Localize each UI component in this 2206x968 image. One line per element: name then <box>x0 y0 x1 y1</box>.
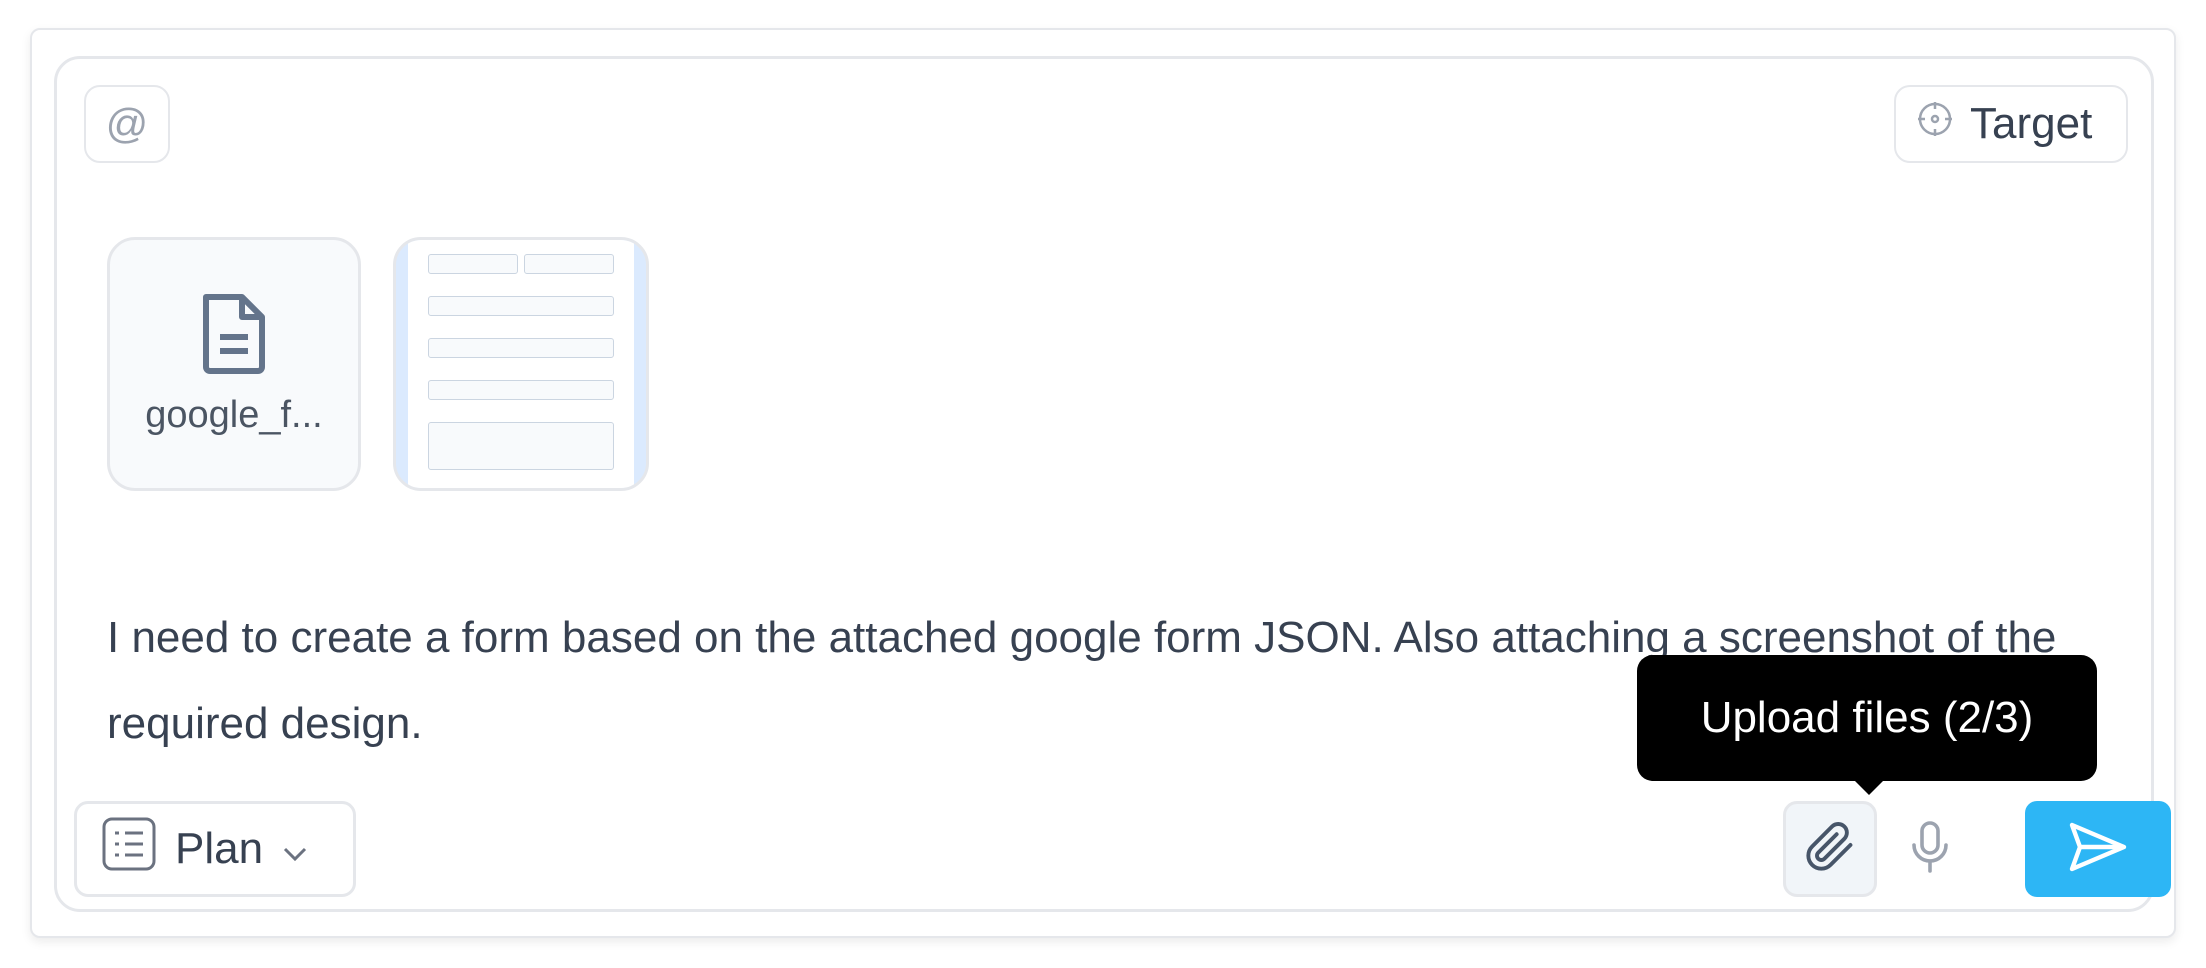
upload-tooltip: Upload files (2/3) <box>1637 655 2097 795</box>
attach-file-button[interactable] <box>1783 801 1877 897</box>
list-icon <box>101 816 157 883</box>
composer-panel: @ Target google_f... I need to create a … <box>30 28 2176 938</box>
paperclip-icon <box>1804 821 1856 878</box>
microphone-icon <box>1910 820 1950 878</box>
mention-button[interactable]: @ <box>84 85 170 163</box>
attachment-list: google_f... <box>107 237 649 491</box>
send-button[interactable] <box>2025 801 2171 897</box>
target-label: Target <box>1970 99 2093 148</box>
image-attachment[interactable] <box>393 237 649 491</box>
crosshair-icon <box>1916 99 1954 149</box>
document-icon <box>198 291 270 380</box>
target-button[interactable]: Target <box>1894 85 2128 163</box>
image-thumbnail <box>408 240 634 488</box>
mode-selector[interactable]: Plan <box>74 801 356 897</box>
microphone-button[interactable] <box>1893 801 1967 897</box>
file-attachment[interactable]: google_f... <box>107 237 361 491</box>
message-composer: @ Target google_f... I need to create a … <box>54 56 2171 912</box>
chevron-down-icon <box>281 824 309 874</box>
mode-label: Plan <box>175 824 264 873</box>
at-sign-icon: @ <box>105 100 149 147</box>
file-name: google_f... <box>145 394 323 436</box>
send-icon <box>2068 821 2128 878</box>
